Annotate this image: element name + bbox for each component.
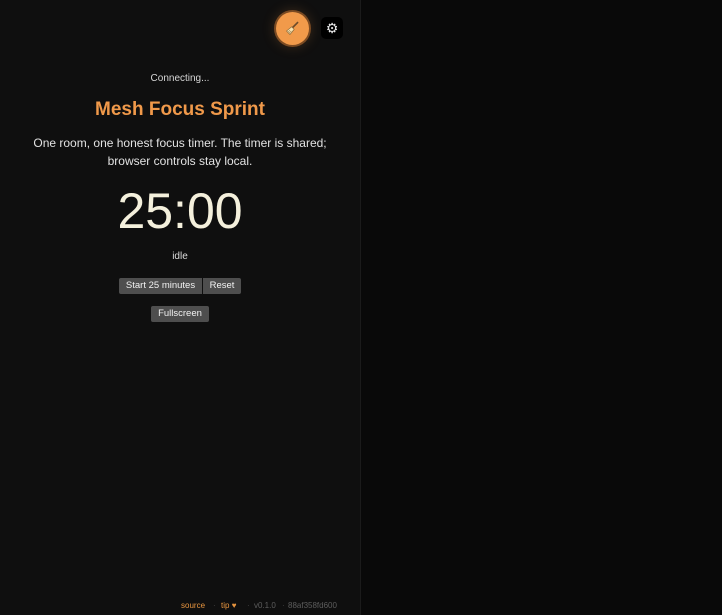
avatar[interactable] bbox=[276, 12, 309, 45]
timer-state: idle bbox=[172, 251, 188, 262]
app-viewport: ⚙ Connecting... Mesh Focus Sprint One ro… bbox=[0, 0, 722, 615]
app-panel: ⚙ Connecting... Mesh Focus Sprint One ro… bbox=[0, 0, 360, 615]
broom-icon bbox=[286, 21, 299, 35]
footer-separator: · bbox=[213, 601, 216, 610]
timer-display: 25:00 bbox=[117, 183, 243, 239]
gear-icon: ⚙ bbox=[325, 20, 339, 36]
commit-hash: 88af358fd600 bbox=[288, 601, 337, 610]
heart-icon: ♥ bbox=[231, 601, 237, 610]
footer-separator: · bbox=[282, 601, 285, 610]
start-button[interactable]: Start 25 minutes bbox=[119, 278, 202, 294]
footer: source · tip ♥ · v0.1.0 · 88af358fd600 bbox=[0, 600, 360, 612]
source-link[interactable]: source bbox=[181, 600, 205, 612]
page-description: One room, one honest focus timer. The ti… bbox=[33, 136, 327, 168]
empty-pane bbox=[361, 0, 722, 615]
fullscreen-button[interactable]: Fullscreen bbox=[151, 306, 209, 322]
page-title: Mesh Focus Sprint bbox=[95, 99, 265, 120]
connection-status: Connecting... bbox=[150, 73, 210, 84]
tip-link[interactable]: tip ♥ bbox=[221, 600, 236, 612]
settings-button[interactable]: ⚙ bbox=[321, 17, 343, 39]
tip-label: tip bbox=[221, 601, 230, 610]
reset-button[interactable]: Reset bbox=[203, 278, 241, 294]
footer-separator: · bbox=[247, 601, 250, 610]
version-label: v0.1.0 bbox=[254, 601, 276, 610]
